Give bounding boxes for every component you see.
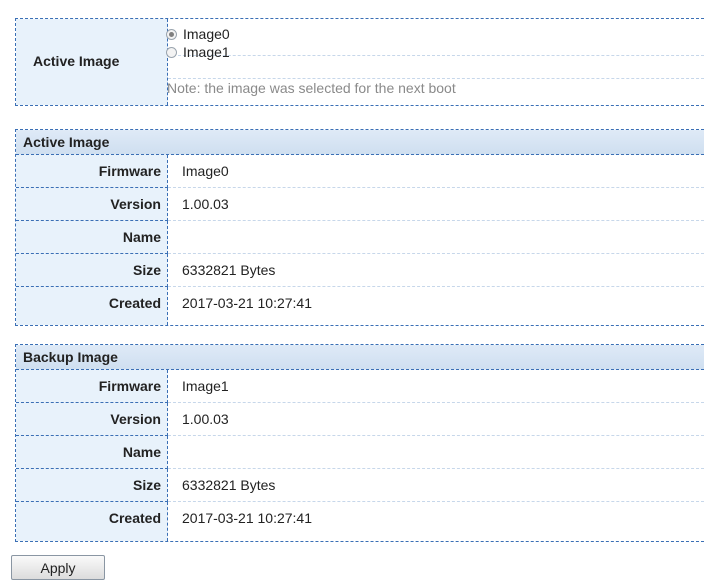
size-label: Size — [16, 469, 168, 502]
table-row: Size 6332821 Bytes — [16, 469, 704, 502]
table-row: Version 1.00.03 — [16, 188, 704, 221]
firmware-value: Image0 — [168, 155, 704, 188]
version-value: 1.00.03 — [168, 188, 704, 221]
radio-label-image0: Image0 — [183, 26, 230, 42]
table-row: Name — [16, 436, 704, 469]
active-image-label-cell: Active Image — [16, 19, 168, 105]
created-value: 2017-03-21 10:27:41 — [182, 510, 312, 526]
active-image-label: Active Image — [33, 53, 120, 69]
firmware-value: Image1 — [168, 370, 704, 403]
next-boot-note: Note: the image was selected for the nex… — [167, 80, 456, 96]
active-image-section-title: Active Image — [16, 130, 704, 155]
backup-image-section: Backup Image Firmware Image1 Version 1.0… — [15, 344, 704, 542]
table-row: Firmware Image0 — [16, 155, 704, 188]
size-value: 6332821 Bytes — [168, 469, 704, 502]
radio-button-image0[interactable] — [166, 28, 177, 40]
table-row: Created 2017-03-21 10:27:41 — [16, 502, 704, 541]
size-value: 6332821 Bytes — [168, 254, 704, 287]
version-value: 1.00.03 — [168, 403, 704, 436]
created-label: Created — [16, 502, 168, 541]
firmware-label: Firmware — [16, 370, 168, 403]
table-row: Version 1.00.03 — [16, 403, 704, 436]
version-label: Version — [16, 403, 168, 436]
firmware-label: Firmware — [16, 155, 168, 188]
name-label: Name — [16, 221, 168, 254]
radio-button-image1[interactable] — [166, 46, 177, 58]
radio-option-image0[interactable]: Image0 — [166, 25, 230, 43]
version-label: Version — [16, 188, 168, 221]
row-separator — [168, 78, 704, 79]
radio-label-image1: Image1 — [183, 44, 230, 60]
apply-button[interactable]: Apply — [11, 555, 105, 580]
name-value — [168, 436, 704, 469]
active-image-section: Active Image Firmware Image0 Version 1.0… — [15, 129, 704, 326]
table-row: Firmware Image1 — [16, 370, 704, 403]
backup-image-section-title: Backup Image — [16, 345, 704, 370]
name-value — [168, 221, 704, 254]
table-row: Created 2017-03-21 10:27:41 — [16, 287, 704, 325]
name-label: Name — [16, 436, 168, 469]
table-row: Size 6332821 Bytes — [16, 254, 704, 287]
created-value: 2017-03-21 10:27:41 — [182, 295, 312, 311]
size-label: Size — [16, 254, 168, 287]
radio-option-image1[interactable]: Image1 — [166, 43, 230, 61]
row-separator — [168, 55, 704, 56]
table-row: Name — [16, 221, 704, 254]
created-label: Created — [16, 287, 168, 325]
